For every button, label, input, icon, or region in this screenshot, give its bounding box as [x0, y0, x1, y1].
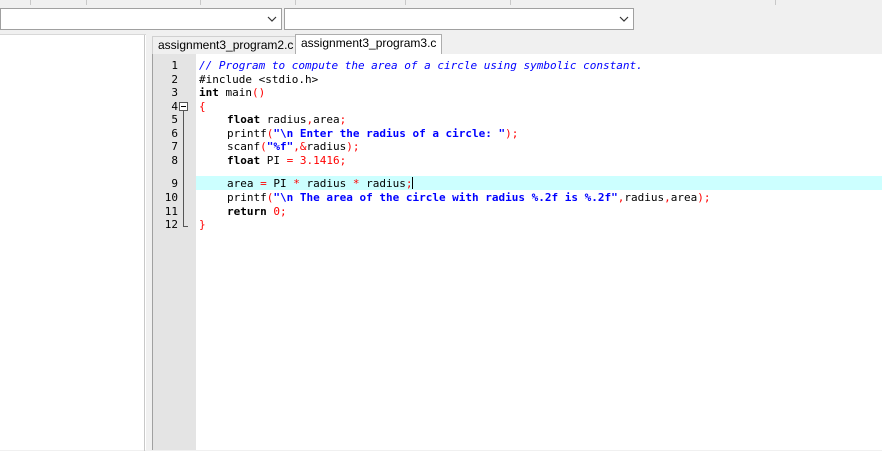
- code-line-2: #include <stdio.h>: [199, 73, 318, 87]
- identifier-token: area: [227, 177, 261, 190]
- text-cursor: [412, 177, 414, 189]
- comma-token: ,: [664, 191, 671, 204]
- brace-token: }: [199, 218, 206, 231]
- paren-token: (: [260, 140, 267, 153]
- toolbar-separator: [510, 0, 511, 5]
- tab-assignment3-program3[interactable]: assignment3_program3.c: [295, 34, 443, 54]
- code-line-11: return 0;: [227, 205, 287, 219]
- paren-token: (): [252, 86, 266, 99]
- paren-token: );: [697, 191, 711, 204]
- fold-line: [183, 111, 184, 226]
- function-token: scanf: [227, 140, 261, 153]
- string-token: "%f": [266, 140, 294, 153]
- tab-label: assignment3_program3.c: [301, 36, 437, 50]
- comment-token: // Program to compute the area of a circ…: [199, 59, 643, 72]
- function-token: printf: [227, 191, 267, 204]
- brace-token: {: [199, 99, 206, 113]
- code-line-6: printf("\n Enter the radius of a circle:…: [227, 127, 518, 141]
- code-line-9: area = PI * radius * radius;: [227, 177, 414, 191]
- code-line-1: // Program to compute the area of a circ…: [199, 59, 643, 73]
- preprocessor-token: #include <stdio.h>: [199, 72, 319, 86]
- number-token: 3.1416: [293, 153, 340, 167]
- semicolon-token: ;: [339, 113, 347, 126]
- operator-token: ,&: [293, 140, 307, 153]
- symbol-toolbar: [0, 6, 882, 34]
- line-number: 9: [171, 177, 178, 190]
- code-editor[interactable]: 1 2 3 4 5 6 7 8 9 10 11 12 // Program to…: [152, 54, 882, 450]
- semicolon-token: ;: [339, 153, 347, 167]
- tab-label: assignment3_program2.c: [158, 38, 294, 52]
- identifier-token: radius: [260, 113, 307, 126]
- keyword-token: float: [227, 153, 261, 167]
- identifier-token: radius: [624, 191, 665, 204]
- code-line-7: scanf("%f",&radius);: [227, 140, 360, 154]
- code-line-8: float PI = 3.1416;: [227, 154, 346, 168]
- identifier-token: main: [218, 86, 252, 99]
- identifier-token: area: [670, 191, 698, 204]
- line-number: 6: [171, 126, 178, 140]
- semicolon-token: ;: [280, 204, 287, 218]
- document-tabs: assignment3_program2.c assignment3_progr…: [146, 34, 882, 54]
- paren-token: );: [346, 140, 360, 153]
- line-number: 4: [171, 99, 178, 113]
- tab-assignment3-program2[interactable]: assignment3_program2.c: [152, 36, 300, 54]
- identifier-token: radius: [306, 140, 347, 153]
- chevron-down-icon[interactable]: [263, 9, 281, 29]
- operator-token: *: [293, 177, 300, 190]
- toolbar-separator: [30, 0, 31, 5]
- symbol-combo[interactable]: [284, 8, 634, 30]
- scope-combo[interactable]: [0, 8, 282, 30]
- code-line-12: }: [199, 218, 206, 232]
- toolbar-separator: [405, 0, 406, 5]
- code-line-10: printf("\n The area of the circle with r…: [227, 191, 711, 205]
- line-number: 10: [164, 191, 178, 204]
- function-token: printf: [227, 126, 267, 140]
- line-number: 12: [164, 218, 178, 231]
- identifier-token: radius: [299, 177, 353, 190]
- project-panel[interactable]: [0, 34, 146, 451]
- fold-end-marker: [183, 226, 188, 227]
- identifier-token: PI: [260, 153, 287, 167]
- keyword-token: float: [227, 113, 261, 126]
- string-token: "\n The area of the circle with radius %…: [273, 191, 618, 204]
- line-number: 11: [164, 204, 178, 218]
- string-token: "\n Enter the radius of a circle: ": [273, 126, 506, 140]
- toolbar-separator: [295, 0, 296, 5]
- identifier-token: PI: [266, 177, 294, 190]
- number-token: 0: [266, 204, 280, 218]
- paren-token: );: [505, 126, 519, 140]
- toolbar-separator: [200, 0, 201, 5]
- line-number: 3: [171, 86, 178, 99]
- line-number: 5: [171, 113, 178, 126]
- code-line-5: float radius,area;: [227, 113, 346, 127]
- semicolon-token: ;: [405, 177, 413, 190]
- line-number: 1: [171, 59, 178, 72]
- chevron-down-icon[interactable]: [615, 9, 633, 29]
- toolbar-separator: [775, 0, 776, 5]
- identifier-token: area: [313, 113, 340, 126]
- line-number: 7: [171, 140, 178, 153]
- keyword-token: return: [227, 204, 267, 218]
- identifier-token: radius: [359, 177, 406, 190]
- code-line-4: {: [199, 100, 206, 114]
- operator-token: =: [260, 177, 267, 190]
- code-line-3: int main(): [199, 86, 265, 100]
- toolbar-separator: [86, 0, 87, 5]
- panel-divider: [144, 35, 145, 451]
- fold-minus-icon[interactable]: [179, 102, 188, 111]
- line-number: 8: [171, 153, 178, 167]
- keyword-token: int: [199, 86, 219, 99]
- line-number: 2: [171, 72, 178, 86]
